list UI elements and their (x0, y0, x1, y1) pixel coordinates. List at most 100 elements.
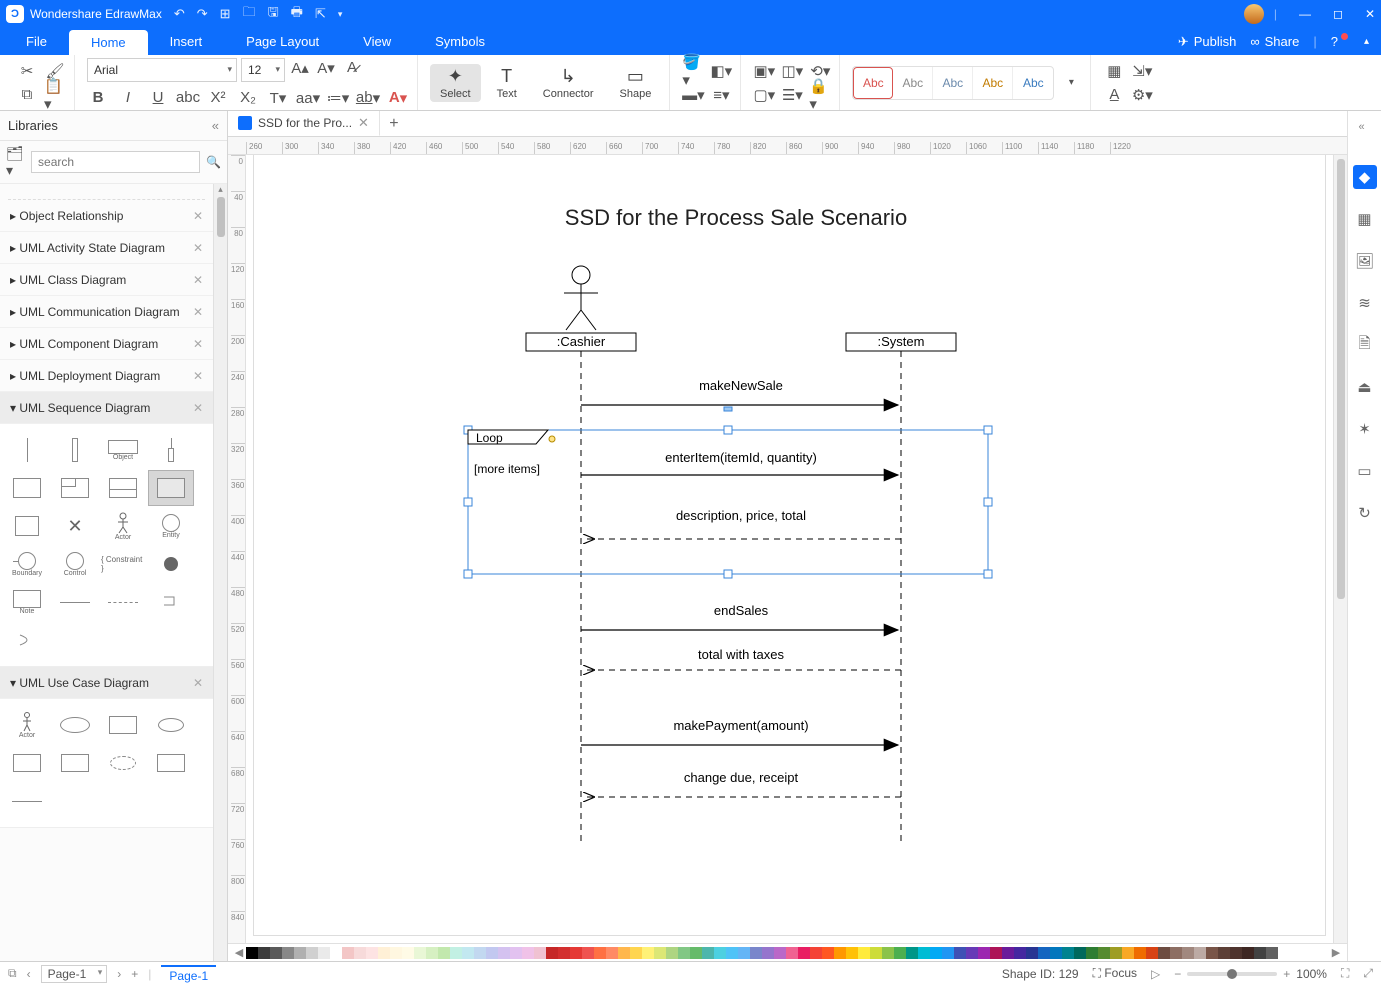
swatch[interactable] (474, 947, 486, 959)
cat-sequence[interactable]: ▾ UML Sequence Diagram✕ (0, 392, 213, 424)
collapse-libraries-icon[interactable]: « (212, 118, 219, 133)
doc-tab[interactable]: SSD for the Pro... ✕ (228, 111, 380, 136)
shape-fragment[interactable] (52, 470, 98, 506)
italic-icon[interactable]: I (117, 88, 139, 108)
swatch[interactable] (702, 947, 714, 959)
swatch[interactable] (798, 947, 810, 959)
highlight-icon[interactable]: ab▾ (357, 88, 379, 108)
send-back-icon[interactable]: ▢▾ (753, 85, 775, 105)
close-tab-icon[interactable]: ✕ (358, 115, 369, 131)
shape-terminate[interactable] (4, 508, 50, 544)
style-4[interactable]: Abc (973, 67, 1013, 99)
swatch[interactable] (282, 947, 294, 959)
swatch[interactable] (786, 947, 798, 959)
swatch[interactable] (870, 947, 882, 959)
style-3[interactable]: Abc (933, 67, 973, 99)
search-icon[interactable]: 🔍 (206, 155, 221, 169)
font-family-select[interactable]: Arial (87, 58, 237, 82)
cat-class[interactable]: ▸ UML Class Diagram✕ (0, 264, 213, 296)
style-1[interactable]: Abc (853, 67, 893, 99)
swatch[interactable] (1026, 947, 1038, 959)
connection-handle[interactable] (724, 407, 732, 411)
swatch[interactable] (582, 947, 594, 959)
swatch[interactable] (1014, 947, 1026, 959)
shape-mode[interactable]: ▭Shape (610, 64, 662, 102)
tab-insert[interactable]: Insert (148, 28, 225, 55)
zoom-in-icon[interactable]: + (1283, 967, 1290, 981)
layout-icon[interactable]: ▦ (1103, 61, 1125, 81)
swatch[interactable] (942, 947, 954, 959)
font-size-select[interactable]: 12 (241, 58, 285, 82)
maximize-button[interactable]: ◻ (1333, 7, 1343, 21)
swatch[interactable] (1062, 947, 1074, 959)
shape-frame[interactable] (4, 470, 50, 506)
swatch[interactable] (894, 947, 906, 959)
page-prev-icon[interactable]: ‹ (27, 967, 31, 981)
swatch[interactable] (1134, 947, 1146, 959)
swatch[interactable] (258, 947, 270, 959)
msg-enteritem[interactable]: enterItem(itemId, quantity) (581, 450, 898, 475)
swatch[interactable] (690, 947, 702, 959)
msg-makepayment[interactable]: makePayment(amount) (581, 718, 898, 745)
shape-lifeline[interactable] (4, 432, 50, 468)
tab-file[interactable]: File (4, 28, 69, 55)
swatch[interactable] (726, 947, 738, 959)
swatch[interactable] (510, 947, 522, 959)
export-icon[interactable]: ⇱ (315, 6, 326, 22)
msg-endsales[interactable]: endSales (581, 603, 898, 630)
swatch[interactable] (906, 947, 918, 959)
group-icon[interactable]: ◫▾ (781, 61, 803, 81)
msg-total-taxes[interactable]: total with taxes (584, 647, 901, 670)
swatch[interactable] (1182, 947, 1194, 959)
swatch[interactable] (810, 947, 822, 959)
diagram[interactable]: SSD for the Process Sale Scenario :Cashi… (246, 155, 1333, 943)
random-icon[interactable]: ✶ (1353, 417, 1377, 441)
present-icon[interactable]: ▭ (1353, 459, 1377, 483)
find-icon[interactable]: ⚙▾ (1131, 85, 1153, 105)
print-icon[interactable]: 🖶 (291, 3, 303, 25)
swatch[interactable] (294, 947, 306, 959)
close-cat-icon[interactable]: ✕ (193, 305, 203, 319)
swatch[interactable] (1266, 947, 1278, 959)
swatch[interactable] (1050, 947, 1062, 959)
export-panel-icon[interactable]: ⏏ (1353, 375, 1377, 399)
page-add-icon[interactable]: + (131, 967, 138, 981)
swatch[interactable] (654, 947, 666, 959)
swatch[interactable] (402, 947, 414, 959)
swatch[interactable] (1170, 947, 1182, 959)
swatch[interactable] (438, 947, 450, 959)
subscript-icon[interactable]: X₂ (237, 88, 259, 108)
swatch[interactable] (354, 947, 366, 959)
shape-constraint[interactable]: { Constraint } (100, 546, 146, 582)
tab-home[interactable]: Home (69, 30, 148, 55)
cat-deployment[interactable]: ▸ UML Deployment Diagram✕ (0, 360, 213, 392)
swatch[interactable] (1242, 947, 1254, 959)
add-tab-button[interactable]: + (380, 111, 408, 136)
shape-entity[interactable]: Entity (148, 508, 194, 544)
swatch[interactable] (918, 947, 930, 959)
superscript-icon[interactable]: X² (207, 88, 229, 108)
swatch[interactable] (306, 947, 318, 959)
undo-icon[interactable]: ↶ (174, 6, 185, 22)
swatch[interactable] (558, 947, 570, 959)
shape-object[interactable]: Object (100, 432, 146, 468)
shape-uc-note[interactable] (148, 745, 194, 781)
swatch[interactable] (1002, 947, 1014, 959)
swatch[interactable] (846, 947, 858, 959)
swatch[interactable] (594, 947, 606, 959)
swatch[interactable] (486, 947, 498, 959)
close-button[interactable]: ✕ (1365, 7, 1375, 21)
cat-communication[interactable]: ▸ UML Communication Diagram✕ (0, 296, 213, 328)
page-tab[interactable]: Page-1 (161, 965, 216, 983)
close-cat-icon[interactable]: ✕ (193, 241, 203, 255)
publish-button[interactable]: ✈Publish (1178, 34, 1237, 50)
tab-view[interactable]: View (341, 28, 413, 55)
swatch[interactable] (714, 947, 726, 959)
swatch[interactable] (378, 947, 390, 959)
style-5[interactable]: Abc (1013, 67, 1053, 99)
zoom-out-icon[interactable]: − (1174, 967, 1181, 981)
image-panel-icon[interactable]: 🖼 (1353, 249, 1377, 273)
shape-control[interactable]: Control (52, 546, 98, 582)
select-mode[interactable]: ✦Select (430, 64, 481, 102)
play-icon[interactable]: ▷ (1151, 967, 1160, 981)
